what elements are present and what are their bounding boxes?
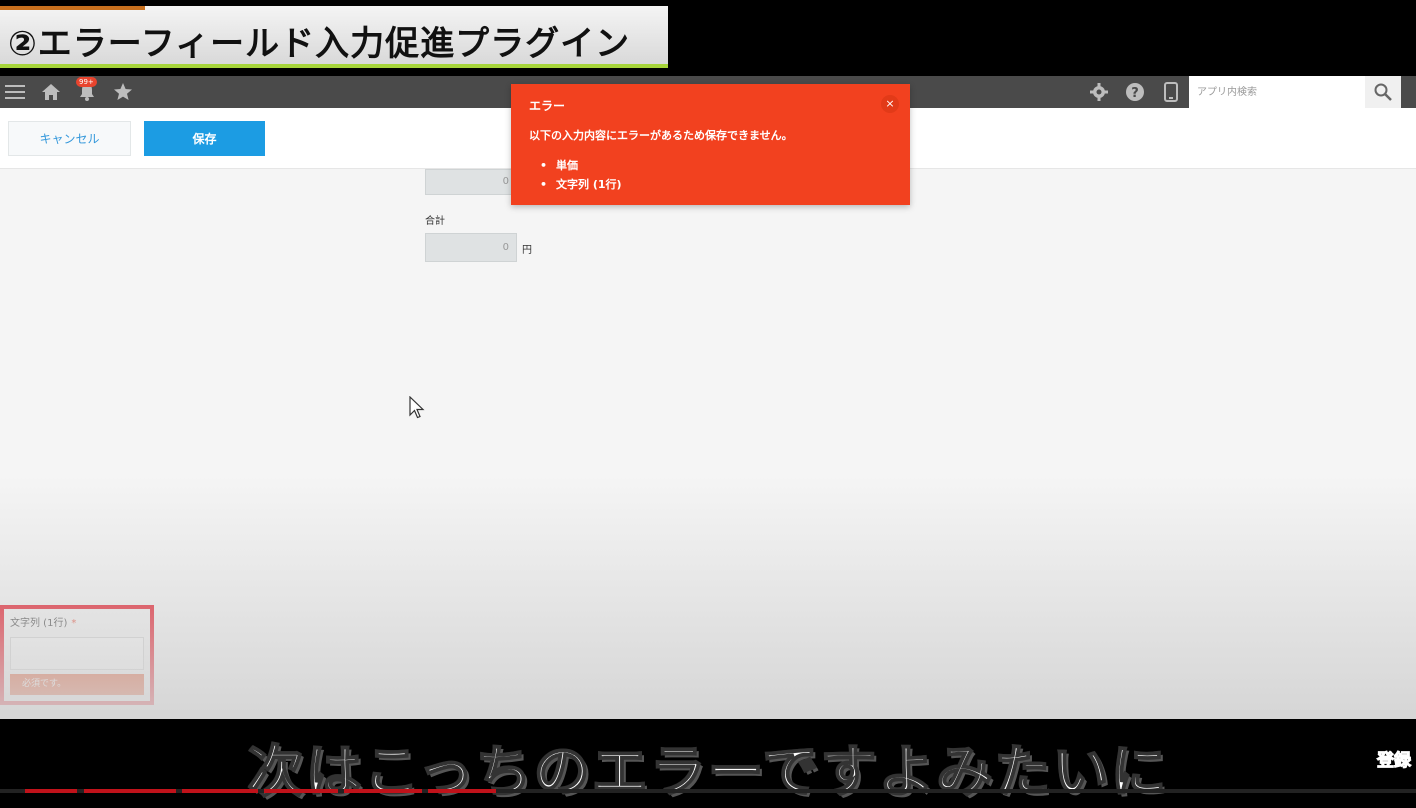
required-error-message: 必須です。 bbox=[10, 674, 144, 695]
progress-segment bbox=[25, 789, 77, 793]
save-button[interactable]: 保存 bbox=[144, 121, 265, 156]
subtitle-text: 次はこっちのエラーですよみたいに bbox=[247, 739, 1169, 806]
search-icon bbox=[1374, 83, 1392, 101]
error-item[interactable]: 単価 bbox=[529, 156, 622, 175]
notification-badge: 99+ bbox=[76, 77, 97, 87]
app-screen: 99+ ? キャンセル 保存 0 合計 0 円 エラー × 以下の入力内容にエラ… bbox=[0, 76, 1416, 719]
subtitle-bar: 次はこっちのエラーですよみたいに bbox=[0, 719, 1416, 806]
app-search-input[interactable] bbox=[1189, 76, 1365, 108]
error-title: エラー bbox=[529, 99, 566, 113]
text-single-line-input[interactable] bbox=[10, 637, 144, 670]
progress-segment bbox=[344, 789, 422, 793]
error-field-list: 単価 文字列 (1行) bbox=[529, 156, 622, 194]
error-notification: エラー × 以下の入力内容にエラーがあるため保存できません。 単価 文字列 (1… bbox=[511, 84, 910, 205]
cancel-button[interactable]: キャンセル bbox=[8, 121, 131, 156]
mouse-cursor-icon bbox=[409, 396, 425, 419]
mobile-icon[interactable] bbox=[1160, 80, 1182, 104]
required-field-label: 文字列 (1行) * bbox=[10, 618, 77, 629]
progress-segment bbox=[428, 789, 496, 793]
total-unit: 円 bbox=[522, 245, 532, 256]
star-icon[interactable] bbox=[112, 80, 134, 104]
error-item[interactable]: 文字列 (1行) bbox=[529, 175, 622, 194]
search-button[interactable] bbox=[1365, 76, 1401, 108]
error-message: 以下の入力内容にエラーがあるため保存できません。 bbox=[529, 129, 793, 142]
progress-segment bbox=[264, 789, 338, 793]
required-mark: * bbox=[71, 618, 77, 629]
svg-text:?: ? bbox=[1131, 86, 1139, 101]
subscribe-button[interactable]: 登録 bbox=[1377, 746, 1412, 772]
gear-icon[interactable] bbox=[1088, 80, 1110, 104]
video-title-banner: ②エラーフィールド入力促進プラグイン bbox=[0, 6, 668, 68]
home-icon[interactable] bbox=[40, 80, 62, 104]
banner-title: ②エラーフィールド入力促進プラグイン bbox=[8, 24, 631, 64]
help-icon[interactable]: ? bbox=[1124, 80, 1146, 104]
banner-accent-bar bbox=[0, 6, 145, 10]
total-field: 0 bbox=[425, 233, 517, 262]
unit-price-field[interactable]: 0 bbox=[425, 169, 517, 195]
progress-segment bbox=[84, 789, 176, 793]
required-text-field-highlight: 文字列 (1行) * 必須です。 bbox=[0, 605, 154, 705]
close-icon[interactable]: × bbox=[881, 95, 899, 113]
total-label: 合計 bbox=[425, 216, 445, 227]
progress-segment bbox=[182, 789, 258, 793]
menu-icon[interactable] bbox=[4, 80, 26, 104]
